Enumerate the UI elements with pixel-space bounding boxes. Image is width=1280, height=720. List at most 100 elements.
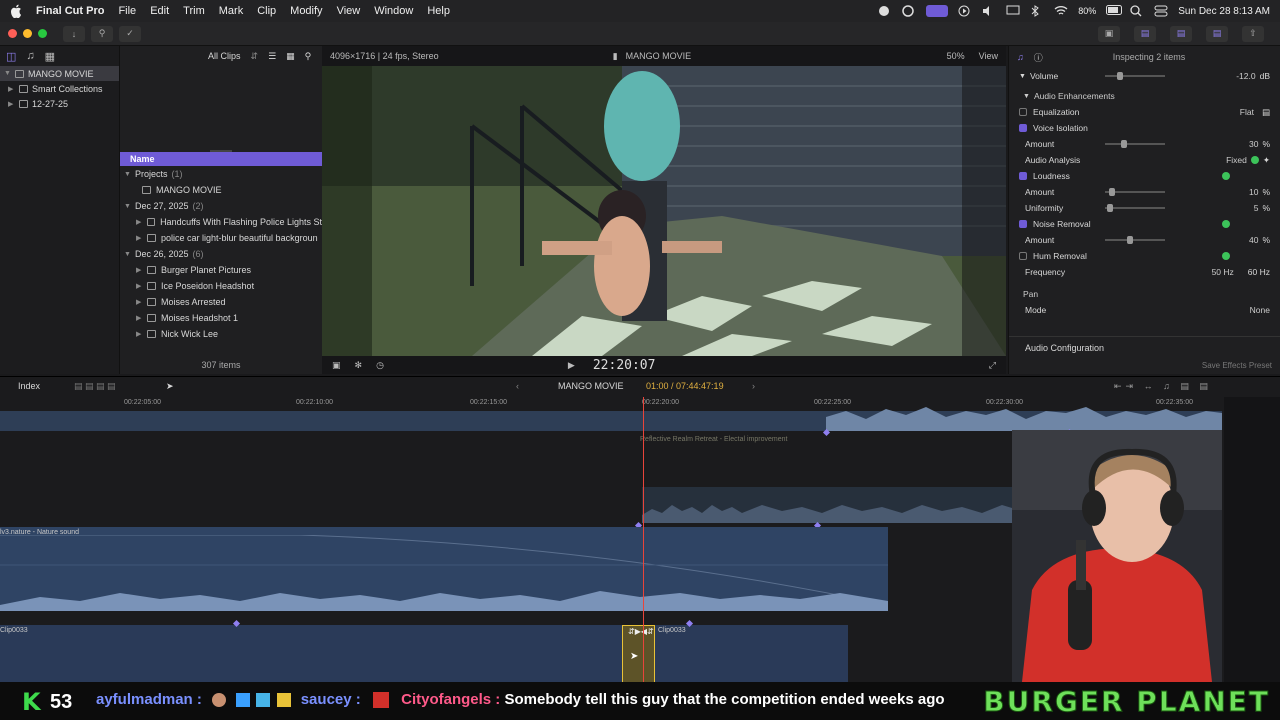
menu-window[interactable]: Window [374, 5, 413, 17]
search-icon[interactable] [1130, 5, 1144, 17]
search-icon[interactable]: ⚲ [305, 51, 312, 62]
volume-slider[interactable] [1105, 72, 1165, 80]
column-header-name[interactable]: Name [120, 152, 322, 166]
share-button[interactable]: ⇧ [1242, 25, 1264, 42]
frequency-50hz-option[interactable]: 50 Hz [1212, 267, 1234, 277]
eq-dropdown[interactable]: Flat [1240, 107, 1254, 117]
menu-modify[interactable]: Modify [290, 5, 322, 17]
record-icon[interactable] [878, 5, 892, 17]
amount-slider[interactable] [1105, 188, 1165, 196]
disclosure-icon[interactable]: ▶ [136, 298, 143, 306]
menu-trim[interactable]: Trim [183, 5, 205, 17]
list-item[interactable]: ▶ Ice Poseidon Headshot [120, 278, 322, 294]
eq-graph-icon[interactable]: ▤ [1262, 107, 1270, 118]
disclosure-icon[interactable]: ▼ [124, 251, 131, 258]
menu-view[interactable]: View [337, 5, 361, 17]
list-view-icon[interactable]: ☰ [268, 51, 276, 62]
layout-button[interactable]: ▣ [1098, 25, 1120, 42]
zoom-button[interactable] [38, 29, 47, 38]
playhead[interactable] [643, 397, 644, 683]
magic-wand-icon[interactable]: ✦ [1263, 155, 1270, 166]
battery-icon[interactable] [1106, 5, 1123, 17]
disclosure-icon[interactable]: ▶ [136, 330, 143, 338]
amount-value[interactable]: 30 [1249, 139, 1258, 149]
amount-value[interactable]: 40 [1249, 235, 1258, 245]
voice-isolation-checkbox[interactable] [1019, 124, 1027, 132]
bluetooth-icon[interactable] [1030, 5, 1044, 17]
scroll-grip[interactable] [210, 150, 232, 152]
chevron-updown-icon[interactable]: ⇵ [251, 51, 259, 62]
viewer-timecode[interactable]: 22:20:07 [593, 358, 656, 373]
menu-edit[interactable]: Edit [150, 5, 169, 17]
screen-share-icon[interactable] [926, 5, 949, 17]
list-item[interactable]: ▶ police car light-blur beautiful backgr… [120, 230, 322, 246]
disclosure-icon[interactable]: ▼ [4, 70, 11, 77]
library-item-mango-movie[interactable]: ▼ MANGO MOVIE [0, 66, 119, 81]
minimize-button[interactable] [23, 29, 32, 38]
list-item[interactable]: ▶ Handcuffs With Flashing Police Lights … [120, 214, 322, 230]
libraries-icon[interactable]: ◫ [6, 50, 16, 63]
transform-icon[interactable]: ▣ [332, 360, 341, 371]
save-effects-preset-button[interactable]: Save Effects Preset [1202, 361, 1272, 370]
group-row[interactable]: ▼ Dec 27, 2025 (2) [120, 198, 322, 214]
toggle-timeline-button[interactable]: ▤ [1170, 25, 1192, 42]
disclosure-icon[interactable]: ▶ [136, 282, 143, 290]
import-button[interactable]: ↓ [63, 25, 85, 42]
apple-icon[interactable] [10, 4, 22, 18]
titles-icon[interactable]: ▦ [45, 50, 55, 63]
list-item[interactable]: ▶ Burger Planet Pictures [120, 262, 322, 278]
video-clip-a[interactable] [0, 625, 622, 683]
video-frame[interactable] [322, 66, 1006, 356]
disclosure-icon[interactable]: ▶ [136, 266, 143, 274]
photos-icon[interactable]: ♫ [26, 50, 34, 62]
control-center-icon[interactable] [1154, 5, 1168, 17]
loudness-checkbox[interactable] [1019, 172, 1027, 180]
amount-value[interactable]: 10 [1249, 187, 1258, 197]
volume-value[interactable]: -12.0 [1236, 71, 1255, 81]
disclosure-icon[interactable]: ▼ [124, 171, 131, 178]
collapse-icon[interactable]: ▼ [1019, 73, 1026, 80]
play-icon[interactable] [958, 5, 972, 17]
play-icon[interactable]: ▶ [568, 360, 575, 371]
uniformity-slider[interactable] [1105, 204, 1165, 212]
display-icon[interactable] [1006, 5, 1020, 17]
clip-filter-dropdown[interactable]: All Clips [208, 51, 241, 61]
app-name[interactable]: Final Cut Pro [36, 5, 104, 17]
list-item[interactable]: MANGO MOVIE [120, 182, 322, 198]
group-row[interactable]: ▼ Dec 26, 2025 (6) [120, 246, 322, 262]
list-item[interactable]: ▶ Moises Headshot 1 [120, 310, 322, 326]
list-item[interactable]: ▶ Nick Wick Lee [120, 326, 322, 342]
wifi-icon[interactable] [1054, 5, 1068, 17]
group-row[interactable]: ▼ Projects (1) [120, 166, 322, 182]
disclosure-icon[interactable]: ▼ [124, 203, 131, 210]
prev-project-icon[interactable]: ‹ [516, 381, 519, 391]
keywords-button[interactable]: ⚲ [91, 25, 113, 42]
background-tasks-button[interactable]: ✓ [119, 25, 141, 42]
volume-icon[interactable] [982, 5, 996, 17]
menu-clip[interactable]: Clip [257, 5, 276, 17]
audio-configuration-label[interactable]: Audio Configuration [1025, 343, 1104, 353]
library-item-event[interactable]: ▶ 12-27-25 [0, 96, 119, 111]
zoom-dropdown[interactable]: 50% [947, 51, 965, 61]
next-project-icon[interactable]: › [752, 381, 755, 391]
audio-tab-icon[interactable]: ♫ [1017, 52, 1024, 62]
disclosure-icon[interactable]: ▶ [8, 85, 15, 93]
noise-removal-checkbox[interactable] [1019, 220, 1027, 228]
menu-mark[interactable]: Mark [219, 5, 243, 17]
pan-mode-dropdown[interactable]: None [1250, 305, 1270, 315]
view-dropdown[interactable]: View [979, 51, 998, 61]
frequency-60hz-option[interactable]: 60 Hz [1248, 267, 1270, 277]
project-dropdown[interactable]: MANGO MOVIE [558, 381, 624, 391]
select-tool-icon[interactable]: ➤ [166, 381, 174, 392]
obs-icon[interactable] [902, 5, 916, 17]
library-item-smart-collections[interactable]: ▶ Smart Collections [0, 81, 119, 96]
toggle-browser-button[interactable]: ▤ [1134, 25, 1156, 42]
clip-appearance-icon[interactable]: ▦ [286, 51, 295, 62]
uniformity-value[interactable]: 5 [1254, 203, 1259, 213]
disclosure-icon[interactable]: ▶ [136, 314, 143, 322]
collapse-icon[interactable]: ▼ [1023, 93, 1030, 100]
amount-slider[interactable] [1105, 236, 1165, 244]
amount-slider[interactable] [1105, 140, 1165, 148]
disclosure-icon[interactable]: ▶ [136, 218, 143, 226]
enhance-icon[interactable]: ✻ [355, 360, 363, 371]
